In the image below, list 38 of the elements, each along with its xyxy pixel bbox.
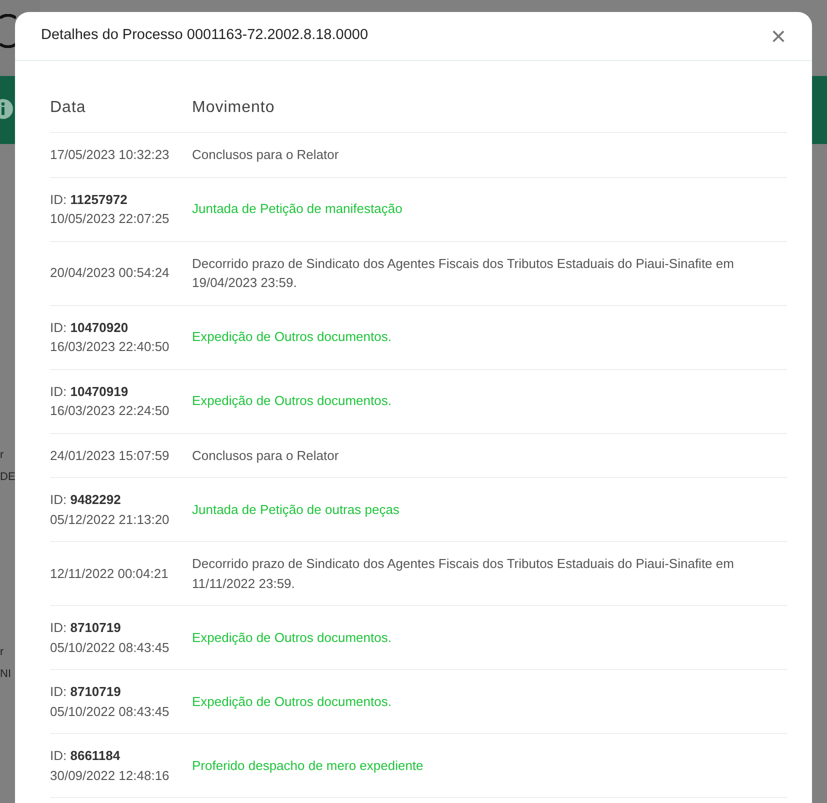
date-text: 16/03/2023 22:24:50 bbox=[50, 402, 170, 420]
movement-link[interactable]: Expedição de Outros documentos. bbox=[192, 329, 392, 344]
movement-text: Conclusos para o Relator bbox=[192, 448, 339, 462]
date-text: 10/05/2023 22:07:25 bbox=[50, 210, 170, 228]
movement-link[interactable]: Expedição de Outros documentos. bbox=[192, 393, 392, 408]
column-header: Movimento bbox=[192, 99, 275, 116]
column-header: Data bbox=[50, 99, 86, 116]
date-text: 17/05/2023 10:32:23 bbox=[50, 146, 170, 164]
date-text: 30/09/2022 12:48:16 bbox=[50, 766, 170, 784]
document-id: ID: 8661184 bbox=[50, 747, 122, 765]
document-id: ID: 8710719 bbox=[50, 683, 122, 701]
document-id: ID: 10470920 bbox=[50, 318, 130, 336]
date-text: 16/03/2023 22:40:50 bbox=[50, 338, 170, 356]
background-text: DE bbox=[0, 470, 16, 484]
movement-link[interactable]: Expedição de Outros documentos. bbox=[192, 630, 392, 645]
document-id: ID: 8710719 bbox=[50, 619, 122, 637]
date-text: 20/04/2023 00:54:24 bbox=[50, 264, 170, 282]
date-text: 05/10/2022 08:43:45 bbox=[50, 702, 170, 720]
movement-text: Decorrido prazo de Sindicato dos Agentes Fiscais dos Tributos Estaduais do Piaui-Sinafite em 11/11/2022 23:59. bbox=[192, 556, 734, 590]
movement-link[interactable]: Juntada de Petição de manifestação bbox=[192, 201, 402, 216]
date-text: 24/01/2023 15:07:59 bbox=[50, 446, 170, 464]
movement-link[interactable]: Proferido despacho de mero expediente bbox=[192, 758, 424, 773]
movement-text: Conclusos para o Relator bbox=[192, 147, 339, 162]
document-id: ID: 11257972 bbox=[50, 190, 128, 208]
date-text: 05/10/2022 08:43:45 bbox=[50, 638, 170, 656]
movement-link[interactable]: Juntada de Petição de outras peças bbox=[192, 502, 400, 517]
background-text: NI bbox=[0, 667, 11, 682]
document-id: ID: 10470919 bbox=[50, 382, 130, 400]
modal-title: Detalhes do Processo 0001163-72.2002.8.18.0000 bbox=[41, 26, 368, 46]
close-button[interactable]: × bbox=[770, 23, 786, 49]
date-text: 05/12/2022 21:13:20 bbox=[50, 510, 170, 528]
movement-link[interactable]: Expedição de Outros documentos. bbox=[192, 694, 392, 709]
document-id: ID: 9482292 bbox=[50, 491, 122, 509]
background-text: r bbox=[0, 448, 4, 462]
movement-text: Decorrido prazo de Sindicato dos Agentes Fiscais dos Tributos Estaduais do Piaui-Sinafite em 19/04/2023 23:59. bbox=[192, 256, 734, 290]
logo-icon bbox=[0, 14, 16, 48]
date-text: 12/11/2022 00:04:21 bbox=[50, 564, 170, 583]
background-text: r bbox=[0, 645, 4, 660]
